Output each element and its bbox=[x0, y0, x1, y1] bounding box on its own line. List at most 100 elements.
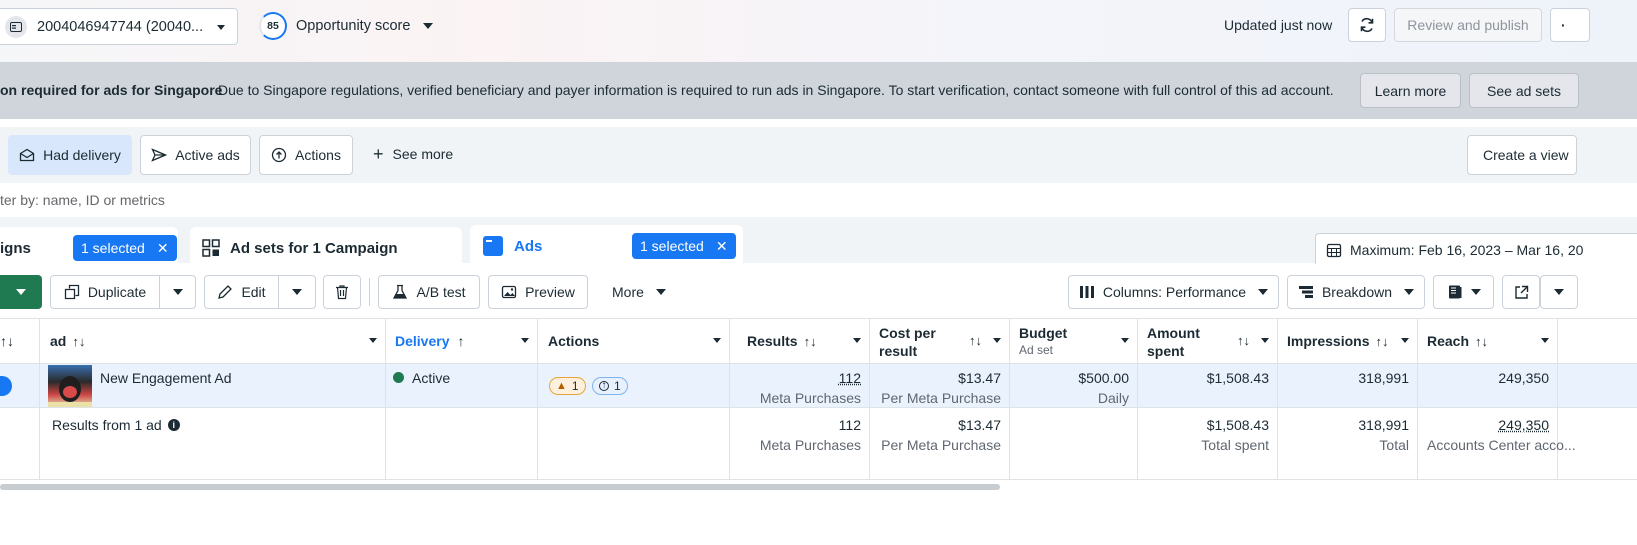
sort-ascending-icon: ↑ bbox=[457, 333, 465, 349]
warning-count: 1 bbox=[571, 379, 579, 393]
ads-selected-badge[interactable]: 1 selected ✕ bbox=[632, 233, 736, 259]
columns-button[interactable]: Columns: Performance bbox=[1068, 275, 1279, 309]
actions-badge[interactable]: ↑ 1 bbox=[592, 377, 628, 395]
score-value: 85 bbox=[267, 20, 279, 32]
search-input[interactable]: ter by: name, ID or metrics bbox=[0, 192, 165, 208]
summary-reach: 249,350 bbox=[1498, 417, 1549, 433]
account-selector[interactable]: 2004046947744 (20040... bbox=[0, 8, 238, 45]
publish-menu-button[interactable]: · bbox=[1550, 8, 1590, 42]
col-header-ad-label: ad bbox=[50, 333, 67, 349]
chevron-down-icon[interactable] bbox=[853, 338, 861, 343]
close-icon[interactable]: ✕ bbox=[716, 238, 728, 255]
column-divider bbox=[869, 318, 870, 480]
upload-circle-icon: ↑ bbox=[599, 381, 609, 391]
column-divider bbox=[1557, 318, 1558, 480]
more-button[interactable]: More bbox=[612, 284, 666, 300]
col-header-amount-spent[interactable]: Amount spent bbox=[1147, 324, 1217, 360]
duplicate-button[interactable]: Duplicate bbox=[50, 275, 160, 309]
chevron-down-icon[interactable] bbox=[1401, 338, 1409, 343]
sort-icon[interactable]: ↑↓ bbox=[0, 333, 14, 349]
warning-badge[interactable]: ▲ 1 bbox=[549, 377, 586, 395]
chevron-down-icon bbox=[1554, 289, 1564, 295]
col-header-reach[interactable]: Reach ↑↓ bbox=[1427, 333, 1488, 349]
review-publish-button[interactable]: Review and publish bbox=[1394, 8, 1542, 42]
summary-reach-type: Accounts Center acco... bbox=[1427, 437, 1576, 453]
refresh-button[interactable] bbox=[1348, 8, 1386, 42]
create-view-button[interactable]: Create a view bbox=[1467, 135, 1577, 175]
results-type: Meta Purchases bbox=[759, 390, 861, 406]
col-header-cost-per-result[interactable]: Cost per result bbox=[879, 324, 959, 360]
budget-value[interactable]: $500.00 bbox=[1078, 370, 1129, 386]
ab-test-button[interactable]: A/B test bbox=[378, 275, 480, 309]
toolbar-divider bbox=[369, 278, 370, 306]
learn-more-button[interactable]: Learn more bbox=[1360, 73, 1461, 108]
sort-icon: ↑↓ bbox=[803, 333, 817, 349]
results-value[interactable]: 112 bbox=[839, 370, 861, 386]
opportunity-score[interactable]: 85 Opportunity score bbox=[259, 12, 434, 40]
edit-menu-button[interactable] bbox=[278, 275, 316, 309]
status-dot bbox=[393, 372, 404, 383]
breakdown-label: Breakdown bbox=[1321, 284, 1393, 300]
col-header-delivery[interactable]: Delivery ↑ bbox=[395, 333, 464, 349]
close-icon[interactable]: ✕ bbox=[157, 240, 169, 257]
chevron-down-icon[interactable] bbox=[521, 338, 529, 343]
info-icon[interactable]: i bbox=[167, 419, 180, 431]
see-more-filters[interactable]: + See more bbox=[373, 145, 454, 163]
chevron-down-icon bbox=[1404, 289, 1415, 295]
banner-title: on required for ads for Singapore bbox=[0, 82, 223, 98]
col-header-impressions[interactable]: Impressions ↑↓ bbox=[1287, 333, 1388, 349]
preview-button[interactable]: Preview bbox=[488, 275, 588, 309]
filter-had-delivery-label: Had delivery bbox=[43, 147, 121, 163]
filter-actions[interactable]: Actions bbox=[259, 135, 353, 175]
spent-value: $1,508.43 bbox=[1206, 370, 1269, 386]
create-dropdown-button[interactable] bbox=[0, 275, 42, 309]
sort-icon[interactable]: ↑↓ bbox=[1237, 333, 1250, 348]
sort-icon[interactable]: ↑↓ bbox=[969, 333, 982, 348]
sort-icon: ↑↓ bbox=[1375, 333, 1389, 349]
chevron-down-icon[interactable] bbox=[713, 338, 721, 343]
column-divider bbox=[385, 318, 386, 480]
chevron-down-icon[interactable] bbox=[993, 338, 1001, 343]
summary-results-type: Meta Purchases bbox=[759, 437, 861, 453]
upload-circle-icon bbox=[271, 147, 287, 163]
breakdown-button[interactable]: Breakdown bbox=[1287, 275, 1425, 309]
column-divider bbox=[537, 318, 538, 480]
see-more-label: See more bbox=[392, 146, 454, 162]
see-ad-sets-button[interactable]: See ad sets bbox=[1469, 73, 1579, 108]
column-divider bbox=[1137, 318, 1138, 480]
campaigns-selected-badge[interactable]: 1 selected ✕ bbox=[73, 235, 177, 261]
chevron-down-icon[interactable] bbox=[1261, 338, 1269, 343]
filter-active-ads[interactable]: Active ads bbox=[140, 135, 251, 175]
ad-thumbnail[interactable] bbox=[48, 365, 92, 407]
delete-button[interactable] bbox=[323, 275, 361, 309]
export-button[interactable] bbox=[1502, 275, 1540, 309]
export-menu-button[interactable] bbox=[1540, 275, 1578, 309]
col-header-actions[interactable]: Actions bbox=[548, 333, 599, 349]
budget-type: Daily bbox=[1097, 390, 1129, 406]
col-header-results[interactable]: Results ↑↓ bbox=[747, 333, 817, 349]
create-view-label: Create a view bbox=[1483, 147, 1569, 163]
chevron-down-icon bbox=[16, 289, 26, 295]
col-header-delivery-label: Delivery bbox=[395, 333, 450, 349]
chevron-down-icon[interactable] bbox=[1541, 338, 1549, 343]
edit-label: Edit bbox=[241, 284, 266, 300]
duplicate-menu-button[interactable] bbox=[159, 275, 196, 309]
col-header-budget[interactable]: Budget bbox=[1019, 325, 1067, 341]
summary-text: Results from 1 ad bbox=[52, 417, 162, 433]
filter-had-delivery[interactable]: Had delivery bbox=[8, 135, 132, 175]
chevron-down-icon[interactable] bbox=[369, 338, 377, 343]
chevron-down-icon[interactable] bbox=[1121, 338, 1129, 343]
sort-icon: ↑↓ bbox=[1475, 333, 1489, 349]
col-header-ad[interactable]: ad ↑↓ bbox=[50, 333, 85, 349]
edit-button[interactable]: Edit bbox=[204, 275, 279, 309]
updated-status: Updated just now bbox=[1224, 17, 1333, 33]
duplicate-label: Duplicate bbox=[87, 284, 147, 300]
tab-ads-label: Ads bbox=[514, 237, 543, 255]
ad-name[interactable]: New Engagement Ad bbox=[100, 370, 232, 386]
chevron-down-icon bbox=[292, 289, 302, 295]
horizontal-scrollbar[interactable] bbox=[0, 484, 1000, 490]
summary-label: Results from 1 ad i bbox=[52, 417, 180, 433]
account-label: 2004046947744 (20040... bbox=[37, 18, 204, 35]
reports-button[interactable] bbox=[1433, 275, 1494, 309]
date-range-picker[interactable]: Maximum: Feb 16, 2023 – Mar 16, 20 bbox=[1315, 233, 1637, 267]
